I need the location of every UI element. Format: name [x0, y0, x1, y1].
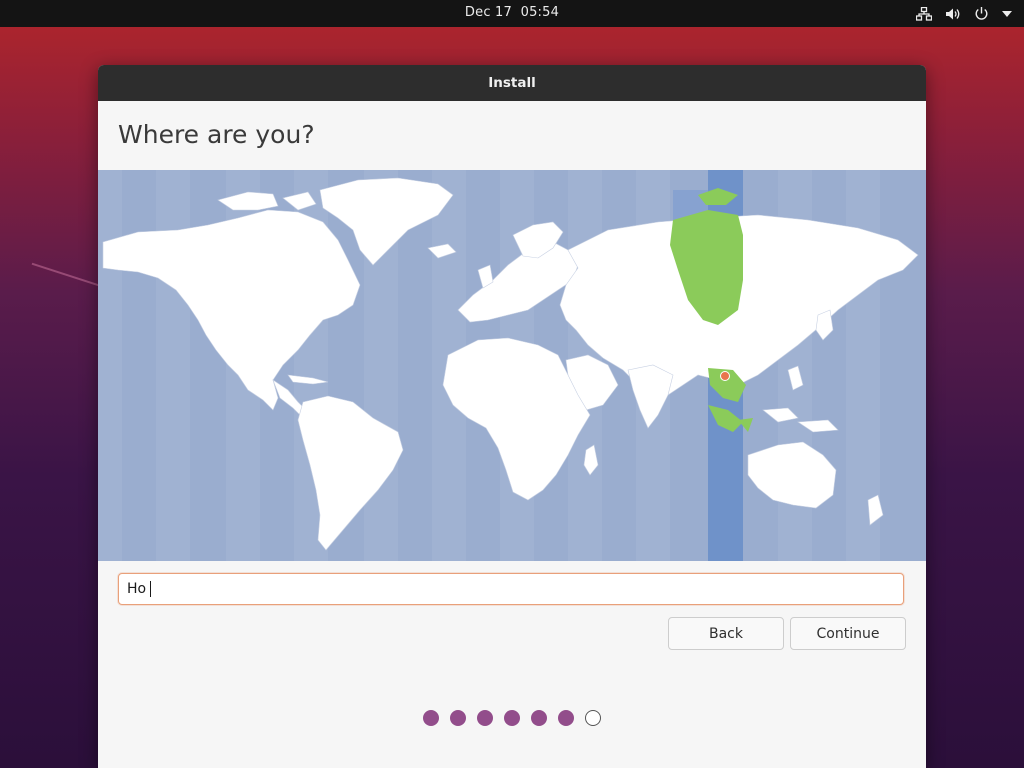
page-heading: Where are you?: [118, 120, 315, 149]
land-australia: [747, 441, 837, 509]
clock-time: 05:54: [520, 5, 560, 20]
text-caret: [150, 581, 152, 597]
clock-date: Dec 17: [464, 5, 512, 20]
system-tray[interactable]: [916, 4, 1012, 23]
menu-arrow-icon: [1002, 10, 1012, 17]
location-input-value: Ho: [127, 581, 147, 597]
clock[interactable]: Dec 17 05:54: [0, 5, 1024, 20]
volume-icon: [945, 7, 961, 21]
progress-dot-4: [504, 710, 520, 726]
installer-window: Install Where are you? Ho Back Continue: [98, 65, 926, 768]
window-title: Install: [98, 65, 926, 101]
progress-dot-6: [558, 710, 574, 726]
back-button[interactable]: Back: [668, 617, 784, 650]
continue-button[interactable]: Continue: [790, 617, 906, 650]
progress-indicator: [98, 710, 926, 726]
top-bar: Dec 17 05:54: [0, 0, 1024, 27]
location-marker: [720, 371, 730, 381]
timezone-map[interactable]: [98, 170, 926, 561]
network-icon: [916, 6, 932, 21]
progress-dot-3: [477, 710, 493, 726]
progress-dot-7: [585, 710, 601, 726]
progress-dot-2: [450, 710, 466, 726]
wallpaper-streak: [31, 262, 109, 290]
location-input[interactable]: Ho: [118, 573, 904, 605]
progress-dot-1: [423, 710, 439, 726]
progress-dot-5: [531, 710, 547, 726]
power-icon: [974, 6, 989, 21]
